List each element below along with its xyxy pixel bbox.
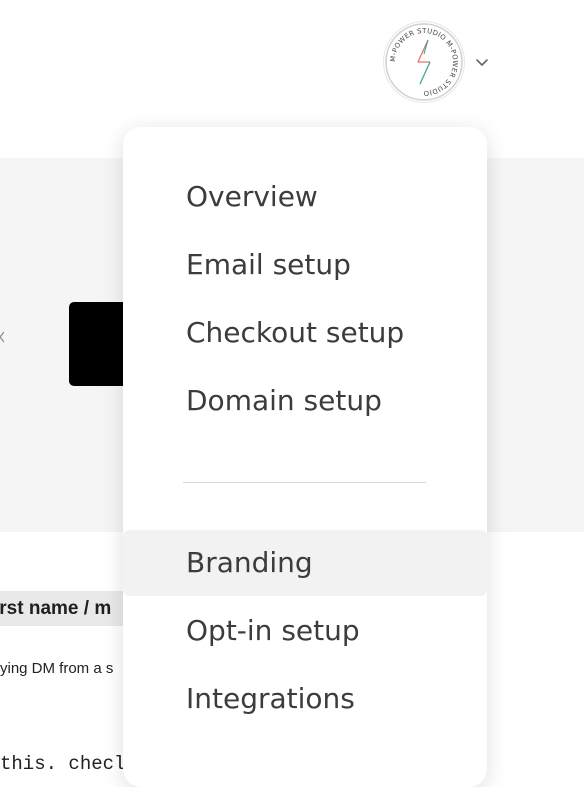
body-text: ying DM from a s bbox=[0, 660, 114, 677]
menu-item-checkout-setup[interactable]: Checkout setup bbox=[123, 300, 487, 366]
back-arrow-icon[interactable] bbox=[0, 330, 4, 344]
chevron-down-icon[interactable] bbox=[474, 54, 490, 70]
menu-item-email-setup[interactable]: Email setup bbox=[123, 232, 487, 298]
menu-item-branding[interactable]: Branding bbox=[123, 530, 487, 596]
menu-divider bbox=[183, 482, 426, 483]
account-dropdown-menu: Overview Email setup Checkout setup Doma… bbox=[123, 127, 487, 787]
menu-item-integrations[interactable]: Integrations bbox=[123, 666, 487, 732]
menu-item-domain-setup[interactable]: Domain setup bbox=[123, 368, 487, 434]
menu-item-opt-in-setup[interactable]: Opt-in setup bbox=[123, 598, 487, 664]
brand-logo: M-POWER STUDIO M-POWER STUDIO bbox=[385, 23, 463, 101]
account-avatar[interactable]: M-POWER STUDIO M-POWER STUDIO bbox=[384, 22, 464, 102]
code-text: this. checl bbox=[0, 753, 126, 775]
menu-item-overview[interactable]: Overview bbox=[123, 164, 487, 230]
